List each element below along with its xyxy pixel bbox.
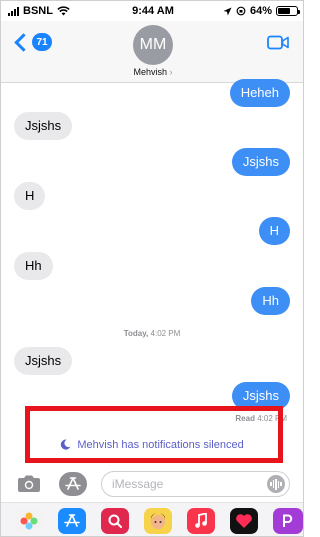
chevron-right-icon: ›: [169, 67, 173, 77]
conversation-header: 71 MM Mehvish ›: [1, 21, 303, 83]
imessage-placeholder: iMessage: [112, 477, 164, 491]
search-icon: [108, 514, 122, 528]
more-apps-icon[interactable]: [273, 508, 303, 534]
memoji-app-icon[interactable]: [144, 508, 172, 534]
app-store-icon: [65, 477, 81, 490]
red-highlight-annotation: [25, 406, 283, 463]
message-bubble-incoming[interactable]: H: [14, 182, 46, 210]
timestamp-day: Today,: [123, 329, 149, 338]
app-store-app-icon[interactable]: [58, 508, 86, 534]
message-input-bar: iMessage: [1, 466, 303, 502]
digital-touch-app-icon[interactable]: [230, 508, 258, 534]
battery-fill: [278, 8, 290, 14]
photos-icon: [20, 512, 38, 530]
music-note-icon: [195, 513, 207, 528]
search-images-app-icon[interactable]: [101, 508, 129, 534]
conversation-timestamp: Today, 4:02 PM: [1, 329, 303, 338]
message-bubble-outgoing[interactable]: Hh: [251, 287, 290, 315]
message-bubble-outgoing[interactable]: H: [258, 217, 290, 245]
message-bubble-incoming[interactable]: Hh: [14, 252, 53, 280]
chevron-left-icon: [14, 32, 33, 52]
status-bar: BSNL 9:44 AM 64%: [1, 1, 303, 23]
audio-waveform-icon[interactable]: [267, 475, 285, 493]
imessage-app-drawer: [1, 502, 303, 536]
letter-p-icon: [283, 514, 293, 527]
timestamp-time: 4:02 PM: [150, 329, 181, 338]
photos-app-icon[interactable]: [15, 508, 43, 534]
battery-icon: [276, 6, 300, 16]
status-right-group: 64%: [223, 5, 300, 17]
music-app-icon[interactable]: [187, 508, 215, 534]
imessage-input[interactable]: iMessage: [101, 471, 290, 497]
battery-percent: 64%: [249, 5, 272, 17]
app-store-glyph-icon: [64, 514, 80, 527]
app-store-button[interactable]: [59, 472, 87, 496]
unread-count-badge: 71: [32, 33, 52, 51]
contact-name-button[interactable]: Mehvish ›: [1, 67, 303, 77]
heart-icon: [236, 514, 252, 528]
video-camera-icon[interactable]: [267, 35, 289, 50]
message-bubble-incoming[interactable]: Jsjshs: [14, 112, 73, 140]
camera-icon[interactable]: [17, 474, 41, 493]
messages-screen: BSNL 9:44 AM 64% 71 MM Mehvish › Heheh J…: [0, 0, 304, 537]
message-bubble-incoming[interactable]: Jsjshs: [14, 347, 73, 375]
avatar[interactable]: MM: [133, 25, 173, 65]
contact-name: Mehvish: [133, 67, 167, 77]
location-arrow-icon: [223, 7, 232, 15]
rotation-lock-icon: [236, 6, 246, 16]
memoji-face-icon: [151, 513, 165, 529]
message-bubble-outgoing[interactable]: Jsjshs: [231, 148, 290, 176]
message-bubble-outgoing[interactable]: Heheh: [229, 79, 290, 107]
back-button[interactable]: 71: [13, 32, 52, 52]
